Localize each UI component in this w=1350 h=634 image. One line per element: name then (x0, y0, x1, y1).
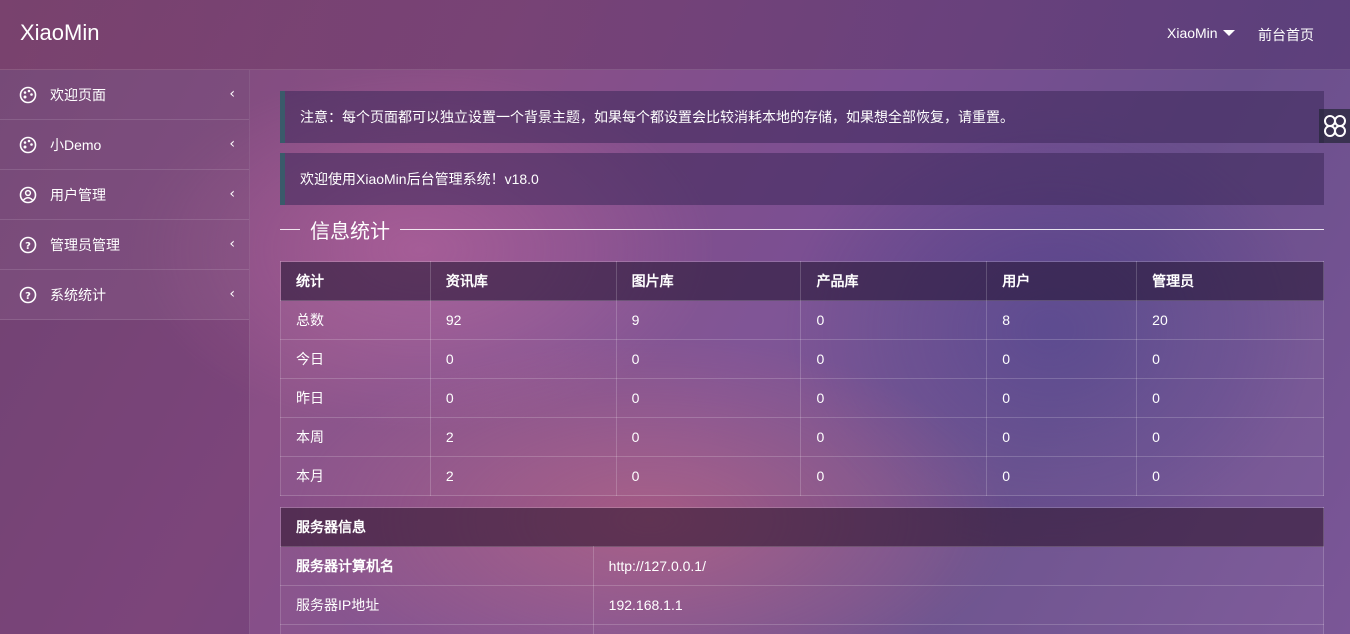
table-cell: 20 (1136, 300, 1324, 340)
table-cell: 0 (615, 456, 802, 496)
column-header: 产品库 (800, 261, 988, 301)
table-cell: 服务器IP地址 (280, 585, 594, 625)
notice-theme: 注意：每个页面都可以独立设置一个背景主题，如果每个都设置会比较消耗本地的存储，如… (280, 91, 1324, 143)
column-header: 资讯库 (429, 261, 617, 301)
table-cell: 0 (1136, 339, 1324, 379)
table-cell: http://127.0.0.1/ (592, 546, 1325, 586)
flower-icon[interactable] (1321, 112, 1349, 140)
column-header: 用户 (986, 261, 1138, 301)
table-row: 服务器计算机名 http://127.0.0.1/ (280, 546, 1325, 586)
table-cell: 昨日 (280, 378, 431, 418)
column-header: 统计 (280, 261, 431, 301)
chevron-left-icon: ‹ (229, 186, 235, 202)
table-cell: 192.168.1.1 (592, 585, 1325, 625)
table-cell: 今日 (280, 339, 431, 379)
sidebar-item-label: 用户管理 (50, 186, 106, 203)
table-cell: 0 (986, 417, 1138, 457)
stats-table: 统计 资讯库 图片库 产品库 用户 管理员 总数 92 9 0 8 20 今日 … (280, 261, 1324, 496)
sidebar-item-system-stats[interactable]: ? 系统统计 ‹ (0, 270, 249, 320)
table-cell: 0 (1136, 417, 1324, 457)
caret-down-icon[interactable] (1222, 30, 1235, 36)
help-icon: ? (19, 236, 37, 254)
frontend-home-link[interactable]: 前台首页 (1258, 25, 1314, 45)
divider (280, 228, 300, 230)
sidebar-item-label: 小Demo (50, 136, 102, 153)
svg-text:?: ? (25, 241, 31, 252)
table-cell: 0 (1136, 456, 1324, 496)
app-logo[interactable]: XiaoMin (20, 20, 99, 46)
top-header: XiaoMin XiaoMin 前台首页 (0, 0, 1350, 70)
sidebar-item-user-management[interactable]: 用户管理 ‹ (0, 170, 249, 220)
help-icon: ? (19, 286, 37, 304)
table-cell: 0 (986, 456, 1138, 496)
palette-icon (19, 86, 37, 104)
table-row: 总数 92 9 0 8 20 (280, 300, 1324, 340)
sidebar: 欢迎页面 ‹ 小Demo ‹ 用户管理 ‹ ? 管理员管理 ‹ ? 系统统计 ‹ (0, 70, 250, 634)
table-cell: 总数 (280, 300, 431, 340)
palette-icon (19, 136, 37, 154)
chevron-left-icon: ‹ (229, 136, 235, 152)
sidebar-item-label: 管理员管理 (50, 236, 120, 253)
column-header: 管理员 (1136, 261, 1324, 301)
table-cell (592, 624, 1325, 634)
user-dropdown[interactable]: XiaoMin (1167, 25, 1235, 41)
table-cell: 本周 (280, 417, 431, 457)
table-cell: 服务器计算机名 (280, 546, 594, 586)
table-header-row: 统计 资讯库 图片库 产品库 用户 管理员 (280, 261, 1324, 301)
server-info-table: 服务器信息 服务器计算机名 http://127.0.0.1/ 服务器IP地址 … (280, 507, 1325, 634)
table-row: 本月 2 0 0 0 0 (280, 456, 1324, 496)
table-row: 服务器IP地址 192.168.1.1 (280, 585, 1325, 625)
table-row: 昨日 0 0 0 0 0 (280, 378, 1324, 418)
sidebar-item-welcome[interactable]: 欢迎页面 ‹ (0, 70, 249, 120)
table-cell: 0 (429, 378, 617, 418)
sidebar-item-label: 系统统计 (50, 286, 106, 303)
table-cell: 0 (429, 339, 617, 379)
table-cell: 92 (429, 300, 617, 340)
table-cell: 0 (615, 378, 802, 418)
table-row (280, 624, 1325, 634)
user-name[interactable]: XiaoMin (1167, 25, 1218, 41)
table-cell: 0 (800, 339, 988, 379)
table-cell: 0 (986, 378, 1138, 418)
sidebar-item-admin-management[interactable]: ? 管理员管理 ‹ (0, 220, 249, 270)
table-cell: 0 (615, 417, 802, 457)
table-cell: 8 (986, 300, 1138, 340)
sidebar-item-demo[interactable]: 小Demo ‹ (0, 120, 249, 170)
table-cell (280, 624, 594, 634)
table-cell: 9 (615, 300, 802, 340)
table-cell: 0 (800, 378, 988, 418)
table-cell: 0 (615, 339, 802, 379)
notice-welcome: 欢迎使用XiaoMin后台管理系统！v18.0 (280, 153, 1324, 205)
table-row: 本周 2 0 0 0 0 (280, 417, 1324, 457)
chevron-left-icon: ‹ (229, 236, 235, 252)
table-cell: 0 (800, 417, 988, 457)
notice-text: 注意：每个页面都可以独立设置一个背景主题，如果每个都设置会比较消耗本地的存储，如… (300, 109, 1014, 125)
table-cell: 2 (429, 417, 617, 457)
table-cell: 本月 (280, 456, 431, 496)
table-cell: 0 (1136, 378, 1324, 418)
table-header-row: 服务器信息 (280, 507, 1324, 547)
svg-text:?: ? (25, 291, 31, 302)
table-cell: 0 (800, 456, 988, 496)
user-icon (19, 186, 37, 204)
sidebar-item-label: 欢迎页面 (50, 86, 106, 103)
section-title: 信息统计 (310, 218, 390, 243)
table-row: 今日 0 0 0 0 0 (280, 339, 1324, 379)
theme-switch-button[interactable] (1319, 109, 1350, 143)
table-cell: 0 (986, 339, 1138, 379)
table-cell: 2 (429, 456, 617, 496)
chevron-left-icon: ‹ (229, 86, 235, 102)
section-header: 信息统计 (280, 214, 1324, 244)
divider (400, 228, 1324, 230)
server-info-title: 服务器信息 (280, 507, 1324, 547)
chevron-left-icon: ‹ (229, 286, 235, 302)
column-header: 图片库 (615, 261, 802, 301)
table-cell: 0 (800, 300, 988, 340)
notice-text: 欢迎使用XiaoMin后台管理系统！v18.0 (300, 171, 539, 187)
